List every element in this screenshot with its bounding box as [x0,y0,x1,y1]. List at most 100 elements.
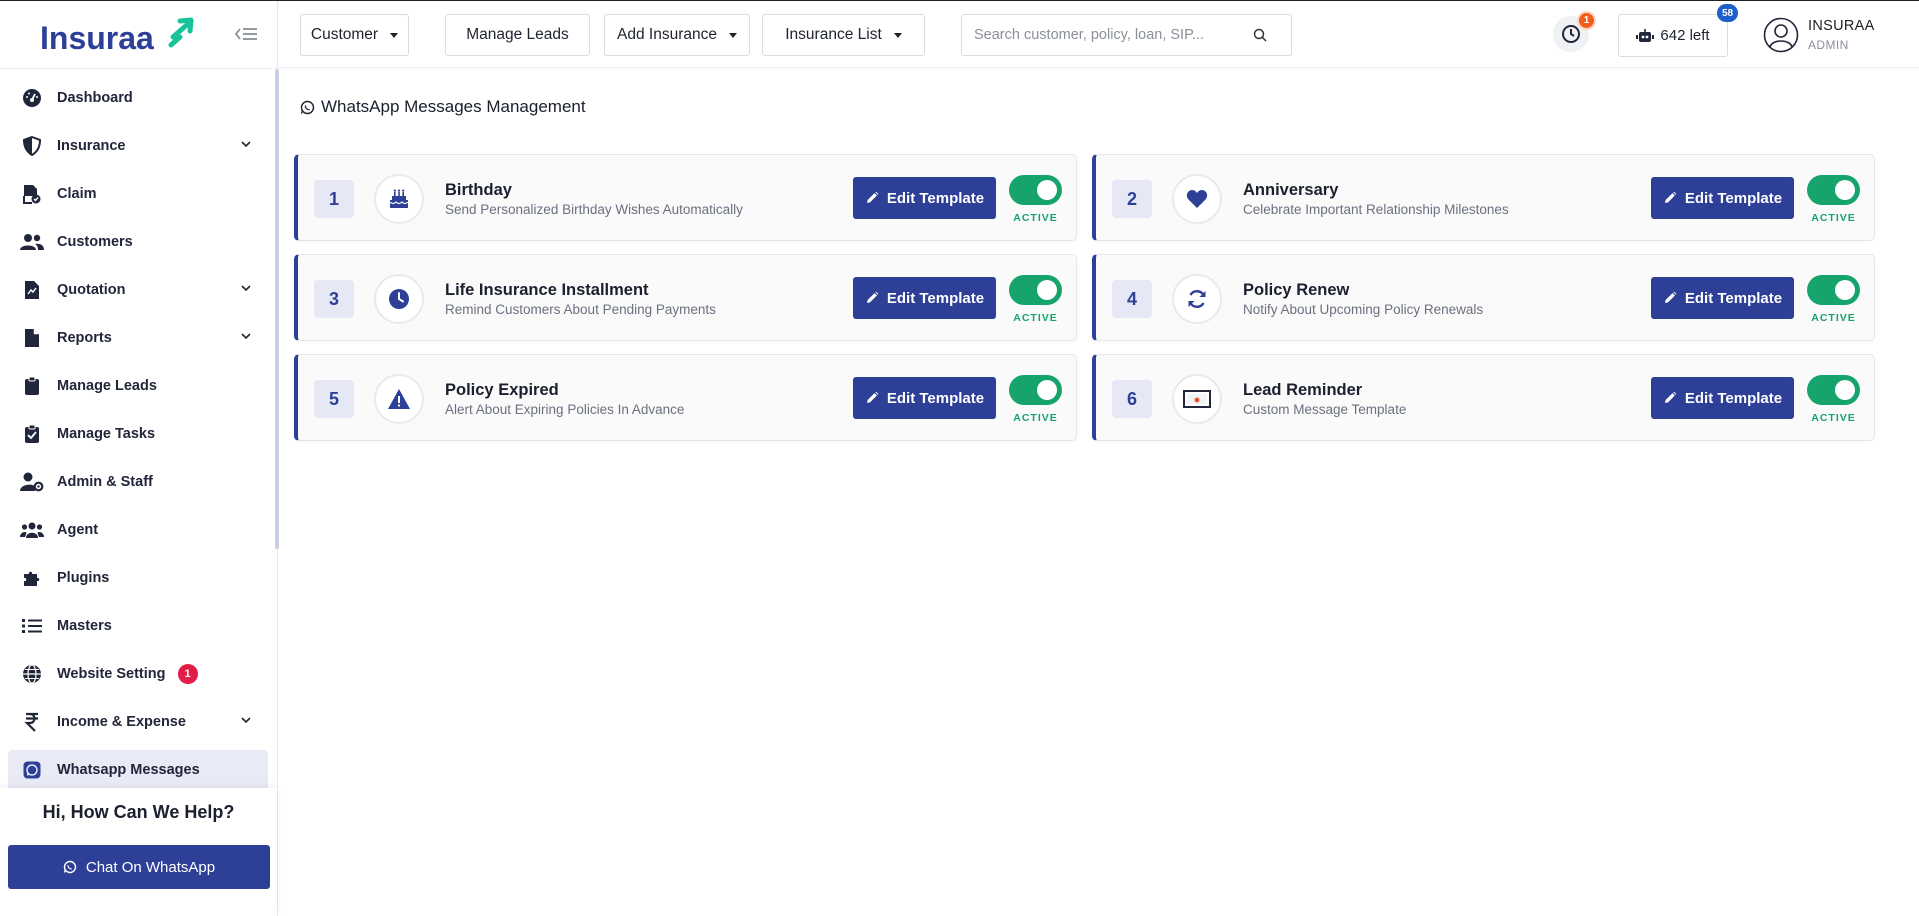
template-subtitle: Celebrate Important Relationship Milesto… [1243,202,1509,217]
sidebar-item-label: Admin & Staff [57,474,153,490]
refresh-icon [1172,274,1222,324]
template-active-toggle[interactable] [1807,275,1860,305]
clock-icon [1562,25,1580,43]
clipboard-check-icon [20,422,44,446]
notification-count-badge: 1 [1577,11,1596,30]
sidebar-item-quotation[interactable]: Quotation [8,270,268,310]
sidebar-item-label: Manage Tasks [57,426,156,442]
template-subtitle: Notify About Upcoming Policy Renewals [1243,302,1484,317]
edit-template-label: Edit Template [1684,289,1783,307]
toggle-knob [1037,280,1057,300]
sidebar-item-admin-staff[interactable]: Admin & Staff [8,462,268,502]
sidebar-item-agent[interactable]: Agent [8,510,268,550]
template-card-policy-renew: 4 Policy Renew Notify About Upcoming Pol… [1092,254,1875,341]
sidebar-item-dashboard[interactable]: Dashboard [8,78,268,118]
pencil-icon [1664,391,1677,403]
user-role: ADMIN [1808,38,1849,52]
insurance-list-dropdown-button[interactable]: Insurance List [762,14,925,56]
collapse-sidebar-icon[interactable] [234,23,258,45]
template-title: Life Insurance Installment [445,281,649,299]
page-title-text: WhatsApp Messages Management [321,97,586,116]
template-title: Policy Expired [445,381,559,399]
template-number: 6 [1112,380,1152,418]
chevron-down-icon [241,285,251,292]
sidebar-item-manage-leads[interactable]: Manage Leads [8,366,268,406]
template-card-lead-reminder: 6 Lead Reminder Custom Message Template … [1092,354,1875,441]
user-avatar-icon[interactable] [1763,17,1799,53]
user-name[interactable]: INSURAA [1808,18,1875,34]
sidebar-item-label: Whatsapp Messages [57,762,200,778]
edit-template-button[interactable]: Edit Template [853,377,996,419]
sidebar-item-website-setting[interactable]: Website Setting 1 [8,654,268,694]
template-active-toggle[interactable] [1807,175,1860,205]
template-number: 2 [1112,180,1152,218]
template-active-toggle[interactable] [1009,275,1062,305]
user-gear-icon [20,470,44,494]
button-label: Add Insurance [617,26,717,43]
sidebar-item-claim[interactable]: Claim [8,174,268,214]
rupee-icon [20,710,44,734]
ai-credits-button[interactable]: 642 left [1618,14,1728,57]
search-input[interactable] [974,25,1244,45]
template-title: Birthday [445,181,512,199]
status-badge: ACTIVE [1811,312,1856,324]
template-card-birthday: 1 Birthday Send Personalized Birthday Wi… [294,154,1077,241]
status-badge: ACTIVE [1811,212,1856,224]
edit-template-button[interactable]: Edit Template [1651,177,1794,219]
pencil-icon [1664,291,1677,303]
sidebar-item-label: Customers [57,234,133,250]
chat-on-whatsapp-button[interactable]: Chat On WhatsApp [8,845,270,889]
file-icon [20,326,44,350]
sidebar-menu: Dashboard Insurance Claim Customers Quot… [0,70,276,788]
warning-icon [374,374,424,424]
edit-template-label: Edit Template [1684,189,1783,207]
page-title: WhatsApp Messages Management [300,97,586,117]
template-active-toggle[interactable] [1009,375,1062,405]
insuraa-logo[interactable]: Insuraa [40,15,200,57]
edit-template-button[interactable]: Edit Template [1651,277,1794,319]
pencil-icon [1664,191,1677,203]
sidebar-item-label: Quotation [57,282,126,298]
sidebar-item-customers[interactable]: Customers [8,222,268,262]
sidebar-item-label: Dashboard [57,90,133,106]
sidebar-item-reports[interactable]: Reports [8,318,268,358]
template-subtitle: Custom Message Template [1243,402,1407,417]
clipboard-icon [20,374,44,398]
template-active-toggle[interactable] [1009,175,1062,205]
chat-button-label: Chat On WhatsApp [85,858,216,876]
whatsapp-icon [300,100,315,114]
edit-template-button[interactable]: Edit Template [853,177,996,219]
status-badge: ACTIVE [1013,312,1058,324]
top-header: Customer Manage Leads Add Insurance Insu… [279,1,1919,68]
sidebar-item-insurance[interactable]: Insurance [8,126,268,166]
status-badge: ACTIVE [1811,412,1856,424]
edit-template-button[interactable]: Edit Template [853,277,996,319]
logo-area: Insuraa [0,1,277,69]
status-badge: ACTIVE [1013,412,1058,424]
template-active-toggle[interactable] [1807,375,1860,405]
sidebar-item-income-expense[interactable]: Income & Expense [8,702,268,742]
robot-icon [1636,28,1655,42]
sidebar-item-plugins[interactable]: Plugins [8,558,268,598]
add-insurance-dropdown-button[interactable]: Add Insurance [604,14,750,56]
credits-count-badge: 58 [1717,4,1738,22]
customer-dropdown-button[interactable]: Customer [300,14,409,56]
heart-icon [1172,174,1222,224]
template-subtitle: Send Personalized Birthday Wishes Automa… [445,202,743,217]
edit-template-button[interactable]: Edit Template [1651,377,1794,419]
manage-leads-button[interactable]: Manage Leads [445,14,590,56]
template-subtitle: Remind Customers About Pending Payments [445,302,716,317]
sidebar-item-manage-tasks[interactable]: Manage Tasks [8,414,268,454]
caret-down-icon [728,32,737,38]
caret-down-icon [390,32,399,38]
edit-template-label: Edit Template [1684,389,1783,407]
search-icon[interactable] [1253,28,1267,42]
sidebar-item-label: Plugins [57,570,110,586]
help-title: Hi, How Can We Help? [42,802,235,822]
sidebar-item-masters[interactable]: Masters [8,606,268,646]
button-label: Manage Leads [466,26,569,43]
sidebar-scrollbar[interactable] [275,69,279,549]
sidebar-item-whatsapp-messages[interactable]: Whatsapp Messages [8,750,268,788]
sidebar-item-label: Agent [57,522,99,538]
template-subtitle: Alert About Expiring Policies In Advance [445,402,685,417]
